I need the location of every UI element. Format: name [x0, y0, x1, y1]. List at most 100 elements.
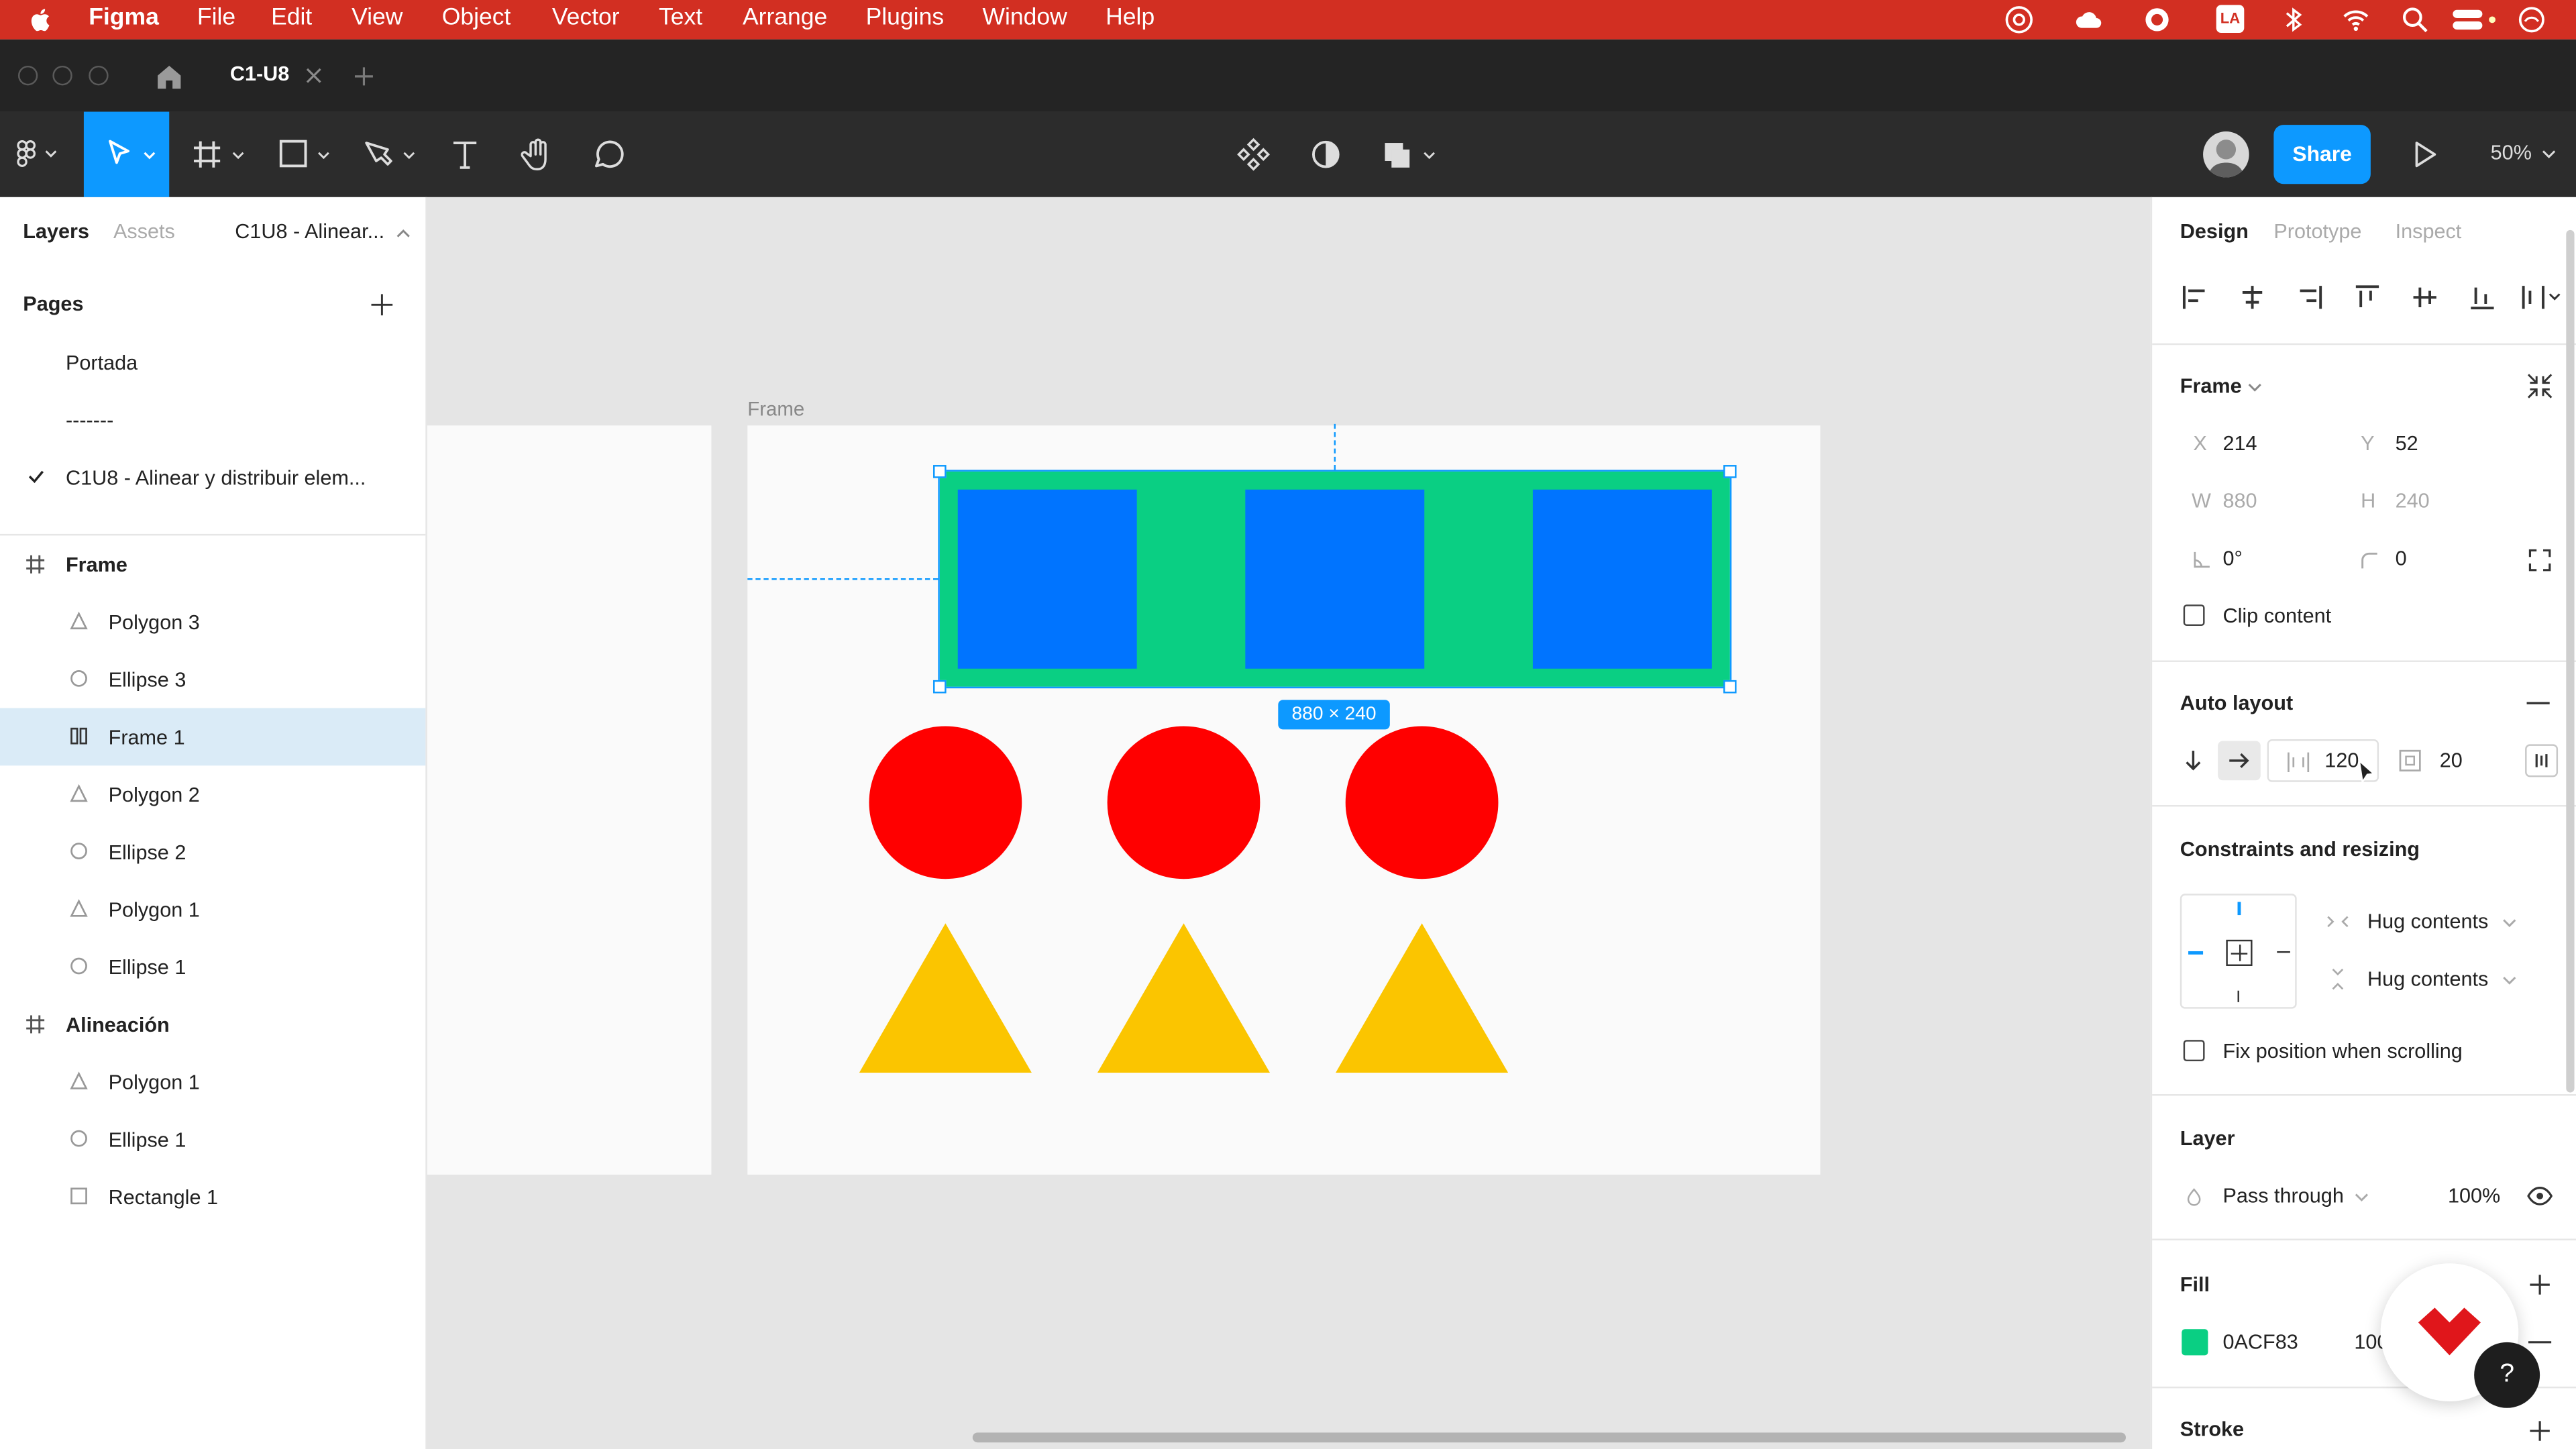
wifi-icon[interactable] [2341, 5, 2371, 34]
layer-row[interactable]: Ellipse 2 [0, 823, 425, 881]
layer-opacity-input[interactable]: 100% [2448, 1185, 2500, 1208]
fill-hex-input[interactable]: 0ACF83 [2222, 1331, 2298, 1354]
layer-row[interactable]: Polygon 3 [0, 593, 425, 651]
share-button[interactable]: Share [2273, 125, 2371, 184]
panel-scrollbar[interactable] [2566, 229, 2575, 1093]
window-zoom-button[interactable] [89, 65, 109, 86]
menu-file[interactable]: File [197, 5, 235, 31]
blue-square[interactable] [1245, 489, 1425, 669]
window-close-button[interactable] [17, 65, 38, 86]
hug-vertical-select[interactable]: Hug contents [2367, 967, 2488, 990]
help-button[interactable]: ? [2474, 1342, 2540, 1408]
layer-row-selected[interactable]: Frame 1 [0, 708, 426, 766]
layer-row[interactable]: Ellipse 3 [0, 651, 425, 708]
new-tab-icon[interactable] [354, 66, 375, 87]
remove-fill-icon[interactable] [2528, 1340, 2552, 1344]
pen-tool-button[interactable] [362, 129, 424, 178]
blue-square[interactable] [1532, 489, 1712, 669]
alignment-settings-button[interactable] [2525, 744, 2559, 777]
align-vertical-center-icon[interactable] [2412, 284, 2438, 311]
fix-position-checkbox[interactable] [2183, 1040, 2205, 1062]
yellow-triangle[interactable] [859, 923, 1032, 1073]
red-circle[interactable] [869, 726, 1022, 879]
constraint-right[interactable] [2277, 951, 2290, 953]
layer-row[interactable]: Ellipse 1 [0, 1111, 425, 1169]
fill-color-swatch[interactable] [2182, 1329, 2208, 1356]
menu-help[interactable]: Help [1106, 5, 1155, 31]
add-fill-icon[interactable] [2528, 1273, 2551, 1296]
menu-window[interactable]: Window [982, 5, 1067, 31]
constraint-center-box[interactable] [2226, 939, 2253, 967]
rotation-input[interactable]: 0° [2222, 547, 2242, 570]
creative-cloud-icon[interactable] [2004, 5, 2034, 34]
frame-name-label[interactable]: Frame [747, 398, 804, 421]
present-play-icon[interactable] [2408, 138, 2441, 171]
menu-arrange[interactable]: Arrange [743, 5, 827, 31]
blue-square[interactable] [957, 489, 1137, 669]
design-tab[interactable]: Design [2180, 220, 2249, 243]
mask-button[interactable] [1301, 129, 1350, 178]
menu-edit[interactable]: Edit [271, 5, 312, 31]
spacing-input[interactable]: 120 [2324, 749, 2359, 772]
apple-icon[interactable] [26, 5, 56, 34]
home-icon[interactable] [154, 62, 184, 92]
design-canvas[interactable]: Frame 880 × 240 [427, 197, 2151, 1449]
menu-app-name[interactable]: Figma [89, 5, 159, 31]
page-item[interactable]: Portada [0, 333, 425, 391]
layers-tab[interactable]: Layers [23, 220, 89, 243]
menu-plugins[interactable]: Plugins [866, 5, 944, 31]
align-top-icon[interactable] [2354, 284, 2380, 311]
menu-object[interactable]: Object [442, 5, 511, 31]
bluetooth-icon[interactable] [2279, 5, 2308, 34]
auto-layout-frame-1[interactable] [938, 470, 1732, 689]
inspect-tab[interactable]: Inspect [2396, 220, 2462, 243]
constraints-widget[interactable] [2180, 894, 2297, 1009]
alineacion-frame[interactable] [427, 425, 712, 1175]
horizontal-direction-button[interactable] [2218, 741, 2261, 781]
frame-tool-button[interactable] [191, 129, 253, 178]
prototype-tab[interactable]: Prototype [2273, 220, 2361, 243]
file-tab[interactable]: C1-U8 [210, 49, 341, 103]
add-stroke-icon[interactable] [2528, 1419, 2551, 1442]
align-bottom-icon[interactable] [2469, 284, 2496, 311]
move-tool-button[interactable] [83, 111, 170, 197]
layer-row[interactable]: Frame [0, 535, 425, 593]
layer-row[interactable]: Polygon 1 [0, 881, 425, 938]
assets-tab[interactable]: Assets [113, 220, 175, 243]
main-menu-button[interactable] [10, 129, 59, 178]
menu-text[interactable]: Text [659, 5, 702, 31]
comment-tool-button[interactable] [583, 129, 632, 178]
close-tab-icon[interactable] [306, 67, 322, 83]
resize-handle[interactable] [1723, 680, 1737, 694]
align-right-icon[interactable] [2297, 284, 2323, 311]
cloud-icon[interactable] [2074, 5, 2103, 34]
yellow-triangle[interactable] [1336, 923, 1509, 1073]
clip-content-checkbox[interactable] [2183, 604, 2205, 627]
corner-radius-input[interactable]: 0 [2396, 547, 2407, 570]
w-input[interactable]: 880 [2222, 490, 2257, 513]
layer-row[interactable]: Ellipse 1 [0, 938, 425, 996]
layer-row[interactable]: Polygon 1 [0, 1053, 425, 1111]
chevron-down-icon[interactable] [2247, 380, 2262, 394]
resize-to-fit-icon[interactable] [2525, 371, 2555, 400]
independent-corners-icon[interactable] [2528, 549, 2551, 572]
add-page-icon[interactable] [371, 294, 393, 316]
resize-handle[interactable] [933, 680, 947, 694]
resize-handle[interactable] [933, 465, 947, 478]
page-item-current[interactable]: C1U8 - Alinear y distribuir elem... [0, 449, 425, 506]
text-tool-button[interactable] [440, 129, 489, 178]
page-item[interactable]: ------- [0, 391, 425, 449]
chevron-up-icon[interactable] [396, 227, 411, 241]
resize-handle[interactable] [1723, 465, 1737, 478]
window-minimize-button[interactable] [52, 65, 72, 86]
red-circle[interactable] [1345, 726, 1499, 879]
menu-view[interactable]: View [352, 5, 402, 31]
user-avatar[interactable] [2203, 131, 2249, 178]
layer-row[interactable]: Polygon 2 [0, 765, 425, 823]
chevron-down-icon[interactable] [2354, 1189, 2369, 1204]
eye-visibility-icon[interactable] [2527, 1185, 2553, 1208]
constraint-left[interactable] [2188, 951, 2204, 955]
page-selector[interactable]: C1U8 - Alinear... [235, 220, 384, 243]
control-center-icon[interactable] [2451, 5, 2500, 34]
chevron-down-icon[interactable] [2502, 915, 2517, 930]
